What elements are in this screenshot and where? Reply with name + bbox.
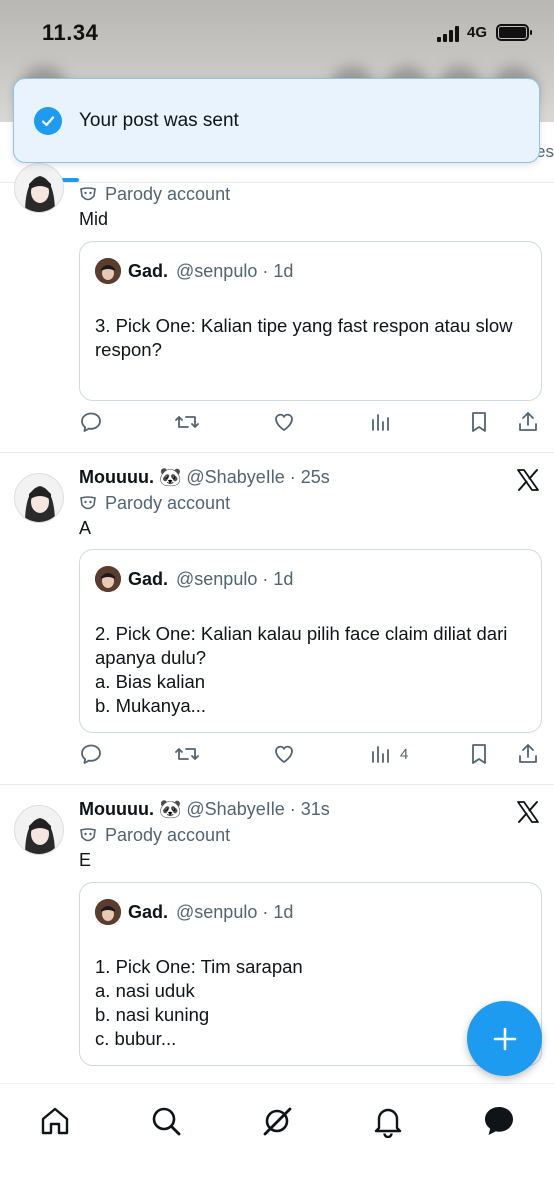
views-count: 4 <box>400 745 409 763</box>
bookmark-icon <box>472 744 486 764</box>
bookmark-button[interactable] <box>468 742 490 766</box>
quoted-avatar <box>95 566 121 592</box>
quoted-time: 1d <box>273 568 294 589</box>
toast-message: Your post was sent <box>79 109 239 131</box>
reply-button[interactable] <box>79 742 103 766</box>
nav-messages[interactable] <box>482 1104 516 1138</box>
quoted-post[interactable]: Gad. @senpulo · 1d 2. Pick One: Kalian k… <box>79 549 542 733</box>
heart-icon <box>275 413 293 431</box>
notifications-icon <box>374 1108 402 1139</box>
post[interactable]: Mouuuu. 🐼 @ShabyeIle · 25s Parody accoun… <box>0 453 554 785</box>
display-name[interactable]: Mouuuu. 🐼 <box>79 799 181 819</box>
parody-mask-icon <box>80 186 96 200</box>
like-button[interactable] <box>272 742 296 766</box>
share-icon <box>519 744 537 763</box>
battery-icon <box>496 24 532 41</box>
quoted-time: 1d <box>273 260 294 281</box>
repost-icon <box>175 416 199 428</box>
bookmark-button[interactable] <box>468 410 490 434</box>
quoted-name: Gad. <box>128 260 169 281</box>
avatar[interactable] <box>14 805 64 855</box>
check-icon <box>34 106 62 135</box>
search-icon <box>152 1107 181 1136</box>
post-text: Mid <box>79 209 109 229</box>
share-button[interactable] <box>516 742 540 766</box>
timeline-feed: Parody account Mid Gad. @senpulo · 1d 3.… <box>0 163 554 1115</box>
status-time: 11.34 <box>42 20 99 45</box>
repost-button[interactable] <box>174 410 200 434</box>
display-name[interactable]: Mouuuu. 🐼 <box>79 467 181 487</box>
share-button[interactable] <box>516 410 540 434</box>
network-label: 4G <box>467 24 488 41</box>
post[interactable]: Parody account Mid Gad. @senpulo · 1d 3.… <box>0 163 554 453</box>
post-actions: 4 <box>79 742 542 768</box>
post-header: Mouuuu. 🐼 @ShabyeIle · 31s <box>79 799 330 819</box>
signal-icon <box>437 26 461 42</box>
nav-home[interactable] <box>38 1104 72 1138</box>
like-button[interactable] <box>272 410 296 434</box>
post-sent-toast[interactable]: Your post was sent <box>13 78 540 163</box>
parody-mask-icon <box>80 495 96 509</box>
post-time: 25s <box>300 467 330 487</box>
nav-notifications[interactable] <box>371 1104 405 1139</box>
nav-grok[interactable] <box>260 1104 294 1138</box>
plus-icon <box>493 1027 516 1050</box>
x-logo-icon <box>515 799 541 825</box>
quoted-text: 3. Pick One: Kalian tipe yang fast respo… <box>95 315 513 360</box>
reply-icon <box>81 412 101 432</box>
views-button[interactable]: 4 <box>370 742 408 766</box>
quoted-avatar <box>95 258 121 284</box>
quoted-name: Gad. <box>128 568 169 589</box>
parody-label: Parody account <box>79 184 230 205</box>
home-icon <box>41 1107 69 1135</box>
post-text: A <box>79 518 92 538</box>
quoted-handle: @senpulo <box>176 568 258 589</box>
reply-icon <box>81 744 101 764</box>
messages-icon <box>485 1107 513 1135</box>
quoted-avatar <box>95 899 121 925</box>
post[interactable]: Mouuuu. 🐼 @ShabyeIle · 31s Parody accoun… <box>0 785 554 1115</box>
bottom-nav <box>0 1083 554 1199</box>
views-button[interactable] <box>370 410 400 434</box>
parody-label: Parody account <box>79 493 230 514</box>
bookmark-icon <box>472 412 486 432</box>
views-icon <box>372 746 389 763</box>
status-bar: 11.34 4G <box>0 0 554 66</box>
quoted-handle: @senpulo <box>176 901 258 922</box>
post-header: Mouuuu. 🐼 @ShabyeIle · 25s <box>79 467 330 487</box>
quoted-post[interactable]: Gad. @senpulo · 1d 3. Pick One: Kalian t… <box>79 241 542 401</box>
quoted-handle: @senpulo <box>176 260 258 281</box>
x-logo-icon <box>515 467 541 493</box>
quoted-time: 1d <box>273 901 294 922</box>
post-actions <box>79 410 542 436</box>
nav-search[interactable] <box>149 1104 183 1138</box>
parody-mask-icon <box>80 827 96 841</box>
reply-button[interactable] <box>79 410 103 434</box>
quoted-text: 2. Pick One: Kalian kalau pilih face cla… <box>95 623 508 716</box>
avatar[interactable] <box>14 473 64 523</box>
post-time: 31s <box>300 799 330 819</box>
share-icon <box>519 412 537 431</box>
parody-label: Parody account <box>79 825 230 846</box>
user-handle[interactable]: @ShabyeIle <box>186 467 284 487</box>
compose-post-button[interactable] <box>467 1001 542 1076</box>
repost-icon <box>175 748 199 760</box>
user-handle[interactable]: @ShabyeIle <box>186 799 284 819</box>
heart-icon <box>275 745 293 763</box>
repost-button[interactable] <box>174 742 200 766</box>
grok-icon <box>263 1107 292 1136</box>
quoted-text: 1. Pick One: Tim sarapan a. nasi uduk b.… <box>95 956 303 1049</box>
quoted-name: Gad. <box>128 901 169 922</box>
post-text: E <box>79 850 92 870</box>
views-icon <box>372 414 389 431</box>
avatar[interactable] <box>14 163 64 213</box>
